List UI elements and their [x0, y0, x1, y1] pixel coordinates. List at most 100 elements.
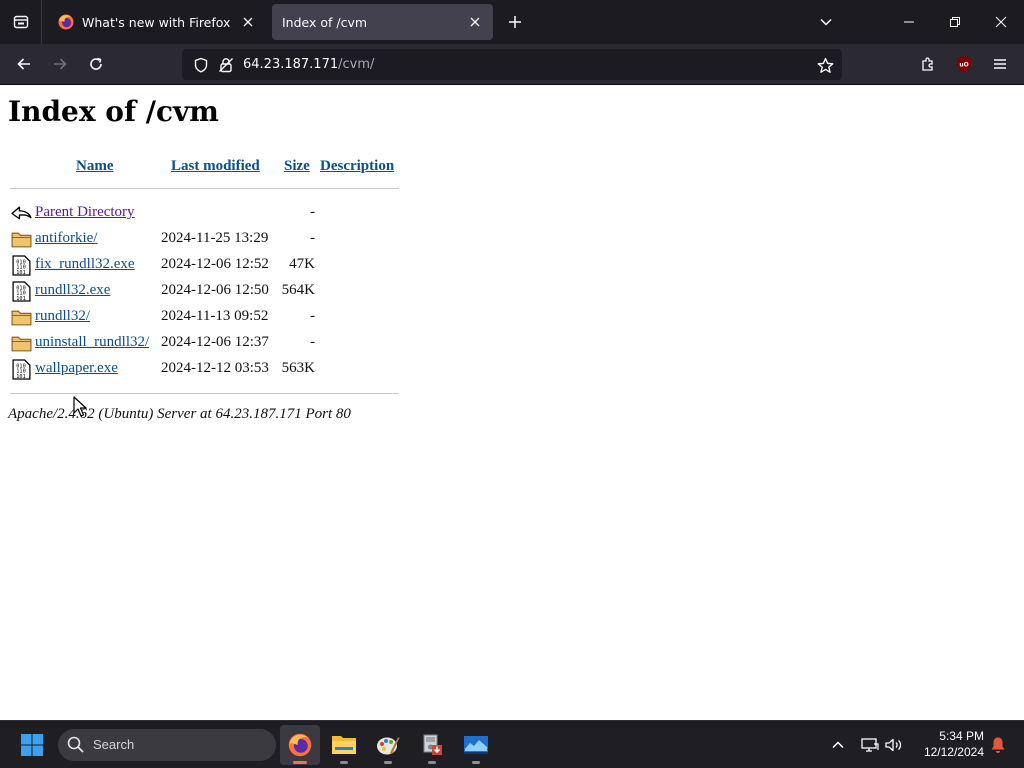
- tracking-protection-button[interactable]: [188, 52, 214, 78]
- firefox-icon: [288, 733, 312, 757]
- firefox-view-button[interactable]: [0, 0, 42, 44]
- entry-modified: 2024-12-06 12:37: [161, 334, 269, 350]
- arrow-right-icon: [54, 58, 67, 70]
- url-text[interactable]: 64.23.187.171/cvm/: [243, 57, 374, 72]
- svg-text:101: 101: [16, 374, 25, 380]
- tab-title: Index of /cvm: [282, 14, 368, 30]
- svg-text:101: 101: [16, 296, 25, 302]
- entry-size: -: [310, 308, 315, 324]
- list-all-tabs-button[interactable]: [810, 0, 842, 44]
- close-window-button[interactable]: [978, 0, 1024, 44]
- installer-icon: [423, 734, 442, 755]
- tab-whats-new[interactable]: What's new with Firefox: [48, 4, 266, 40]
- taskbar: Search 5:34 PM 12/12/2024: [0, 720, 1024, 768]
- app-menu-button[interactable]: [984, 48, 1016, 80]
- running-indicator: [340, 761, 348, 764]
- running-indicator: [428, 761, 436, 764]
- listing-row: 010 110 101 rundll32.exe 2024-12-06 12:5…: [10, 279, 410, 303]
- page-content: Index of /cvm Name Last modified Size De…: [0, 85, 1024, 720]
- entry-link[interactable]: wallpaper.exe: [35, 360, 118, 377]
- close-icon: [243, 17, 253, 27]
- search-icon: [67, 736, 84, 753]
- paint-icon: [377, 737, 400, 755]
- entry-size: -: [310, 230, 315, 246]
- taskbar-file-explorer[interactable]: [324, 725, 364, 765]
- close-icon: [995, 16, 1007, 28]
- ublock-icon: uO: [957, 56, 971, 72]
- restore-button[interactable]: [932, 0, 978, 44]
- new-tab-button[interactable]: [500, 0, 530, 44]
- entry-modified: 2024-12-06 12:52: [161, 256, 269, 272]
- volume-button[interactable]: [880, 729, 908, 761]
- listing-row-parent: Parent Directory -: [10, 201, 410, 225]
- entry-size: 563K: [281, 360, 315, 376]
- server-signature: Apache/2.4.62 (Ubuntu) Server at 64.23.1…: [8, 406, 351, 422]
- column-header-description[interactable]: Description: [320, 158, 394, 175]
- taskbar-installer[interactable]: [412, 725, 452, 765]
- listing-row: rundll32/ 2024-11-13 09:52 -: [10, 305, 410, 329]
- taskbar-firefox[interactable]: [280, 725, 320, 765]
- show-hidden-icons-button[interactable]: [824, 729, 852, 761]
- start-button[interactable]: [16, 729, 48, 761]
- arrow-left-icon: [17, 58, 30, 70]
- address-bar[interactable]: 64.23.187.171/cvm/: [182, 49, 842, 80]
- entry-link[interactable]: fix_rundll32.exe: [35, 256, 135, 273]
- binary-file-icon: 010 110 101: [12, 359, 31, 380]
- page-title: Index of /cvm: [8, 95, 219, 128]
- forward-button[interactable]: [44, 48, 76, 80]
- column-header-name[interactable]: Name: [76, 158, 114, 175]
- listing-row: 010 110 101 fix_rundll32.exe 2024-12-06 …: [10, 253, 410, 277]
- entry-modified: 2024-11-13 09:52: [161, 308, 269, 324]
- entry-link[interactable]: antiforkie/: [35, 230, 97, 247]
- minimize-button[interactable]: [886, 0, 932, 44]
- hamburger-menu-icon: [994, 59, 1006, 69]
- ublock-origin-button[interactable]: uO: [948, 48, 980, 80]
- extensions-button[interactable]: [912, 48, 944, 80]
- clock-date: 12/12/2024: [923, 745, 984, 759]
- entry-link[interactable]: Parent Directory: [35, 204, 135, 221]
- column-header-size[interactable]: Size: [284, 158, 310, 175]
- close-tab-button[interactable]: [463, 10, 487, 34]
- bookmark-button[interactable]: [812, 52, 838, 78]
- running-indicator: [293, 761, 307, 764]
- entry-size: -: [310, 204, 315, 220]
- listing-row: uninstall_rundll32/ 2024-12-06 12:37 -: [10, 331, 410, 355]
- monitor-icon: [464, 736, 488, 754]
- entry-link[interactable]: uninstall_rundll32/: [35, 334, 149, 351]
- notifications-button[interactable]: [984, 729, 1012, 761]
- close-tab-button[interactable]: [236, 10, 260, 34]
- reload-icon: [90, 57, 102, 70]
- entry-size: 47K: [289, 256, 315, 272]
- nav-toolbar: 64.23.187.171/cvm/ uO: [0, 44, 1024, 85]
- chevron-up-icon: [832, 741, 844, 749]
- entry-size: -: [310, 334, 315, 350]
- taskbar-monitor-app[interactable]: [456, 725, 496, 765]
- entry-modified: 2024-12-12 03:53: [161, 360, 269, 376]
- entry-link[interactable]: rundll32/: [35, 308, 90, 325]
- reload-button[interactable]: [80, 48, 112, 80]
- system-clock[interactable]: 5:34 PM 12/12/2024: [912, 728, 984, 760]
- bell-icon: [991, 737, 1005, 753]
- tab-index-of-cvm[interactable]: Index of /cvm: [272, 4, 493, 40]
- back-button[interactable]: [8, 48, 40, 80]
- divider: [10, 393, 399, 394]
- taskbar-paint[interactable]: [368, 725, 408, 765]
- entry-modified: 2024-11-25 13:29: [161, 230, 269, 246]
- listing-row: 010 110 101 wallpaper.exe 2024-12-12 03:…: [10, 357, 410, 381]
- site-info-button[interactable]: [215, 52, 237, 78]
- star-icon: [817, 57, 833, 73]
- tab-strip: What's new with Firefox Index of /cvm: [0, 0, 1024, 44]
- binary-file-icon: 010 110 101: [12, 255, 31, 276]
- taskbar-search[interactable]: Search: [58, 729, 276, 761]
- shield-icon: [194, 57, 208, 73]
- running-indicator: [384, 761, 392, 764]
- close-icon: [470, 17, 480, 27]
- entry-modified: 2024-12-06 12:50: [161, 282, 269, 298]
- firefox-view-icon: [13, 15, 28, 29]
- entry-link[interactable]: rundll32.exe: [35, 282, 110, 299]
- running-indicator: [472, 761, 480, 764]
- puzzle-icon: [922, 57, 933, 71]
- lock-icon: [219, 58, 233, 73]
- folder-icon: [11, 232, 32, 248]
- column-header-last-modified[interactable]: Last modified: [171, 158, 260, 175]
